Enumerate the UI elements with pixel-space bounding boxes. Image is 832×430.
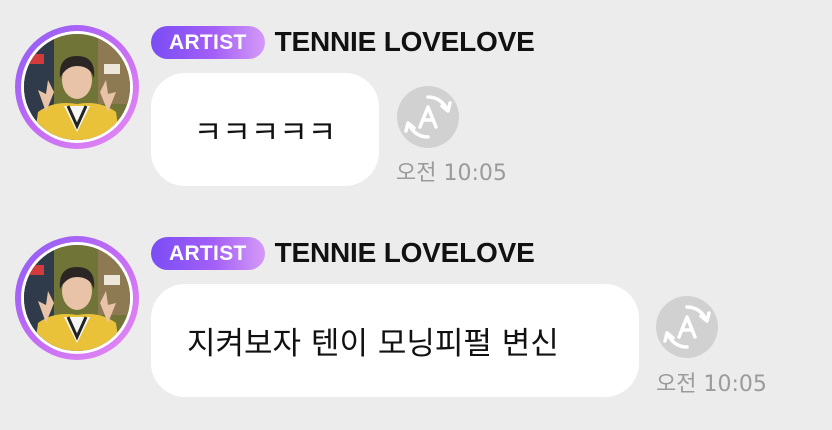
message-timestamp: 오전 10:05 (396, 161, 507, 186)
avatar-ring-gap (21, 242, 133, 354)
profile-photo-illustration (24, 245, 130, 351)
translate-glyph (404, 95, 452, 139)
artist-badge: ARTIST (151, 236, 265, 270)
profile-photo-illustration (24, 34, 130, 140)
message-header: ARTIST TENNIE LOVELOVE (151, 235, 535, 271)
avatar[interactable] (15, 236, 139, 360)
avatar-photo (24, 34, 130, 140)
artist-badge: ARTIST (151, 25, 265, 59)
avatar[interactable] (15, 25, 139, 149)
message-header: ARTIST TENNIE LOVELOVE (151, 24, 535, 60)
message-bubble[interactable]: 지켜보자 텐이 모닝피펄 변신 (151, 284, 639, 397)
author-name[interactable]: TENNIE LOVELOVE (275, 26, 535, 58)
message-timestamp: 오전 10:05 (656, 372, 767, 397)
avatar-photo (24, 245, 130, 351)
chat-message: ARTIST TENNIE LOVELOVE 지켜보자 텐이 모닝피펄 변신 오… (0, 233, 832, 430)
auto-translate-icon[interactable] (397, 86, 459, 148)
chat-message: ARTIST TENNIE LOVELOVE ㅋㅋㅋㅋㅋ 오전 10:05 (0, 22, 832, 222)
auto-translate-icon[interactable] (656, 296, 718, 358)
message-bubble[interactable]: ㅋㅋㅋㅋㅋ (151, 73, 379, 186)
avatar-ring-gap (21, 31, 133, 143)
translate-glyph (663, 305, 711, 349)
author-name[interactable]: TENNIE LOVELOVE (275, 237, 535, 269)
chat-feed: ARTIST TENNIE LOVELOVE ㅋㅋㅋㅋㅋ 오전 10:05 AR… (0, 0, 832, 430)
